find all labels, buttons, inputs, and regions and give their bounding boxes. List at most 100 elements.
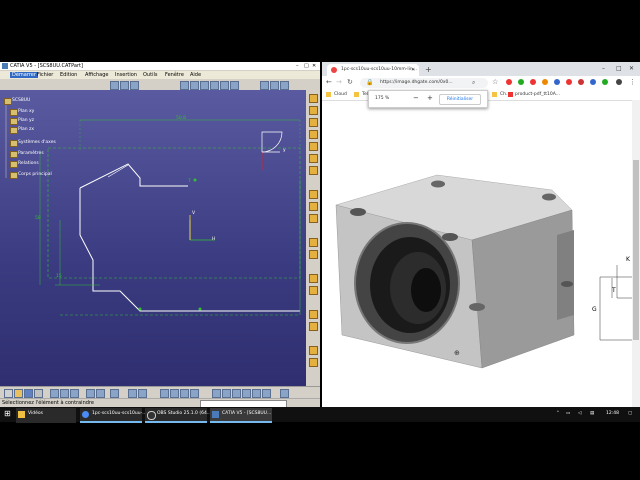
help-icon[interactable] (110, 389, 119, 398)
redo-icon[interactable] (96, 389, 105, 398)
toolbar-profile-icon[interactable] (180, 81, 189, 90)
tree-item-axes[interactable]: Systèmes d'axes (18, 140, 56, 145)
save-icon[interactable] (24, 389, 33, 398)
shading-icon[interactable] (242, 389, 251, 398)
dimension-top-label[interactable]: 50.8 (176, 116, 186, 121)
extension-icon[interactable] (518, 79, 524, 85)
address-bar[interactable]: 🔒 https://image.dhgate.com/0x0... ⌕ (360, 78, 488, 88)
open-file-icon[interactable] (14, 389, 23, 398)
tray-chevron-icon[interactable]: ⌃ (556, 411, 560, 416)
new-file-icon[interactable] (4, 389, 13, 398)
tool-hole-icon[interactable] (309, 142, 318, 151)
paste-icon[interactable] (70, 389, 79, 398)
back-icon[interactable]: ← (326, 78, 332, 86)
dimension-left-label[interactable]: 58 (35, 216, 41, 221)
extension-icon[interactable] (554, 79, 560, 85)
tool-chamfer-icon[interactable] (309, 202, 318, 211)
tool-measure-icon[interactable] (309, 274, 318, 283)
clock[interactable]: 12:48 (606, 411, 619, 416)
minimize-icon[interactable]: – (602, 65, 605, 72)
tool-boolean-icon[interactable] (309, 346, 318, 355)
menu-fenetre[interactable]: Fenêtre (165, 72, 184, 78)
page-scrollbar[interactable] (632, 100, 640, 407)
task-chrome[interactable]: 1pc-scs10uu-scs10uu-... (80, 408, 147, 423)
bookmark-star-icon[interactable]: ☆ (492, 78, 498, 86)
fit-all-icon[interactable] (138, 389, 147, 398)
zoom-indicator-icon[interactable]: ⌕ (472, 79, 475, 87)
toolbar-snap-icon[interactable] (120, 81, 129, 90)
maximize-icon[interactable]: □ (304, 63, 309, 69)
toolbar-spline-icon[interactable] (210, 81, 219, 90)
tool-draft-icon[interactable] (309, 214, 318, 223)
print-icon[interactable] (34, 389, 43, 398)
cut-icon[interactable] (50, 389, 59, 398)
bookmark-item[interactable]: Cloud (334, 92, 347, 97)
product-image[interactable] (322, 100, 632, 407)
toolbar-circle-icon[interactable] (200, 81, 209, 90)
tool-pad-icon[interactable] (309, 94, 318, 103)
iso-view-icon[interactable] (232, 389, 241, 398)
zoom-in-icon[interactable] (180, 389, 189, 398)
keyboard-icon[interactable]: ▤ (590, 411, 594, 416)
tool-transform-icon[interactable] (309, 358, 318, 367)
extension-icon[interactable] (590, 79, 596, 85)
extension-icon[interactable] (566, 79, 572, 85)
tool-pattern-icon[interactable] (309, 250, 318, 259)
menu-demarrer[interactable]: Démarrer (10, 72, 38, 78)
tool-shaft-icon[interactable] (309, 118, 318, 127)
tool-pocket-icon[interactable] (309, 106, 318, 115)
toolbar-constraint-icon[interactable] (230, 81, 239, 90)
sketch-viewport[interactable]: SCS8UU Plan xy Plan yz Plan zx Systèmes … (0, 90, 306, 388)
browser-tab[interactable]: 1pc-scs10uu-scs10uu-10mm-lin... ✕ (327, 64, 419, 76)
toolbar-line-icon[interactable] (190, 81, 199, 90)
minimize-icon[interactable]: – (296, 63, 299, 69)
pan-icon[interactable] (160, 389, 169, 398)
close-icon[interactable]: ✕ (312, 63, 316, 69)
forward-icon[interactable]: → (336, 78, 342, 86)
notifications-icon[interactable]: ▢ (628, 411, 632, 416)
toolbar-rotate-icon[interactable] (270, 81, 279, 90)
toolbar-pan-icon[interactable] (280, 81, 289, 90)
close-icon[interactable]: ✕ (629, 65, 634, 72)
more-menu-icon[interactable]: ⋮ (629, 78, 636, 86)
command-input[interactable] (200, 400, 287, 407)
tree-item-part[interactable]: SCS8UU (12, 98, 30, 103)
tool-fillet-icon[interactable] (309, 190, 318, 199)
extension-icon[interactable] (542, 79, 548, 85)
multi-view-icon[interactable] (222, 389, 231, 398)
toolbar-exit-sketch-icon[interactable] (260, 81, 269, 90)
task-catia[interactable]: CATIA V5 - [SCS8UU... (210, 408, 272, 423)
tree-item-corps[interactable]: Corps principal (18, 172, 52, 177)
task-videos[interactable]: Vidéos (16, 408, 76, 423)
profile-avatar[interactable] (616, 79, 622, 85)
zoom-out-icon[interactable] (190, 389, 199, 398)
tree-item-plan-zx[interactable]: Plan zx (18, 127, 34, 132)
extension-icon[interactable] (506, 79, 512, 85)
toolbar-construction-icon[interactable] (130, 81, 139, 90)
tool-rib-icon[interactable] (309, 154, 318, 163)
dimension-small-label[interactable]: 7 (188, 179, 191, 184)
network-icon[interactable]: ▭ (566, 411, 570, 416)
volume-icon[interactable]: ◁ (578, 411, 581, 416)
rotate-icon[interactable] (170, 389, 179, 398)
tool-sketch-icon[interactable] (309, 310, 318, 319)
new-tab-button[interactable]: + (425, 65, 432, 74)
menu-affichage[interactable]: Affichage (85, 72, 109, 78)
dimension-mid-label[interactable]: 15 (56, 274, 62, 279)
extension-icon[interactable] (602, 79, 608, 85)
extension-icon[interactable] (530, 79, 536, 85)
maximize-icon[interactable]: □ (616, 65, 622, 72)
tool-apply-material-icon[interactable] (309, 286, 318, 295)
toolbar-grid-icon[interactable] (110, 81, 119, 90)
task-obs[interactable]: OBS Studio 25.1.0 (64... (145, 408, 211, 423)
tool-mirror-icon[interactable] (309, 238, 318, 247)
reload-icon[interactable]: ↻ (347, 78, 353, 86)
menu-insertion[interactable]: Insertion (115, 72, 137, 78)
start-button[interactable]: ⊞ (4, 409, 11, 418)
tool-slot-icon[interactable] (309, 166, 318, 175)
toolbar-point-icon[interactable] (220, 81, 229, 90)
bookmark-item[interactable]: product-pdf_tt10A... (515, 92, 560, 97)
hide-show-icon[interactable] (252, 389, 261, 398)
copy-icon[interactable] (60, 389, 69, 398)
normal-view-icon[interactable] (212, 389, 221, 398)
